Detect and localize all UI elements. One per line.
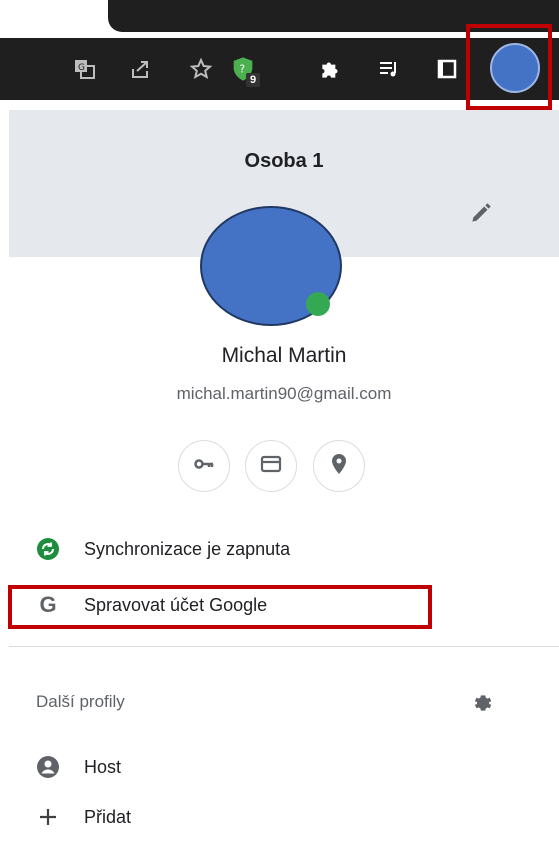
gear-icon[interactable]	[469, 690, 495, 716]
edit-icon[interactable]	[468, 200, 494, 226]
profile-title: Osoba 1	[244, 150, 324, 172]
key-icon	[192, 452, 216, 481]
add-label: Přidat	[84, 806, 132, 827]
svg-text:?: ?	[240, 64, 246, 76]
card-icon	[259, 452, 283, 481]
translate-icon[interactable]: G	[68, 52, 102, 86]
add-profile-row[interactable]: Přidat	[0, 795, 559, 839]
puzzle-icon[interactable]	[314, 52, 348, 86]
svg-text:G: G	[78, 63, 85, 73]
sync-row[interactable]: Synchronizace je zapnuta	[0, 527, 559, 571]
share-icon[interactable]	[124, 52, 158, 86]
location-icon	[327, 452, 351, 481]
passwords-button[interactable]	[178, 440, 230, 492]
guest-profile-row[interactable]: Host	[0, 745, 559, 789]
highlight-box-avatar	[466, 24, 552, 110]
person-icon	[36, 755, 60, 779]
media-list-icon[interactable]	[372, 52, 406, 86]
highlight-box-google	[8, 585, 432, 629]
user-name: Michal Martin	[221, 344, 347, 367]
sync-icon	[36, 537, 60, 561]
sync-label: Synchronizace je zapnuta	[84, 538, 291, 559]
divider	[9, 646, 559, 647]
star-icon[interactable]	[184, 52, 218, 86]
other-profiles-title: Další profily	[36, 692, 125, 711]
extension-badge: 9	[246, 73, 260, 87]
user-email: michal.martin90@gmail.com	[176, 384, 392, 403]
payment-methods-button[interactable]	[245, 440, 297, 492]
sync-status-dot	[306, 292, 330, 316]
plus-icon	[36, 805, 60, 829]
addresses-button[interactable]	[313, 440, 365, 492]
guest-label: Host	[84, 756, 122, 777]
side-panel-icon[interactable]	[430, 52, 464, 86]
